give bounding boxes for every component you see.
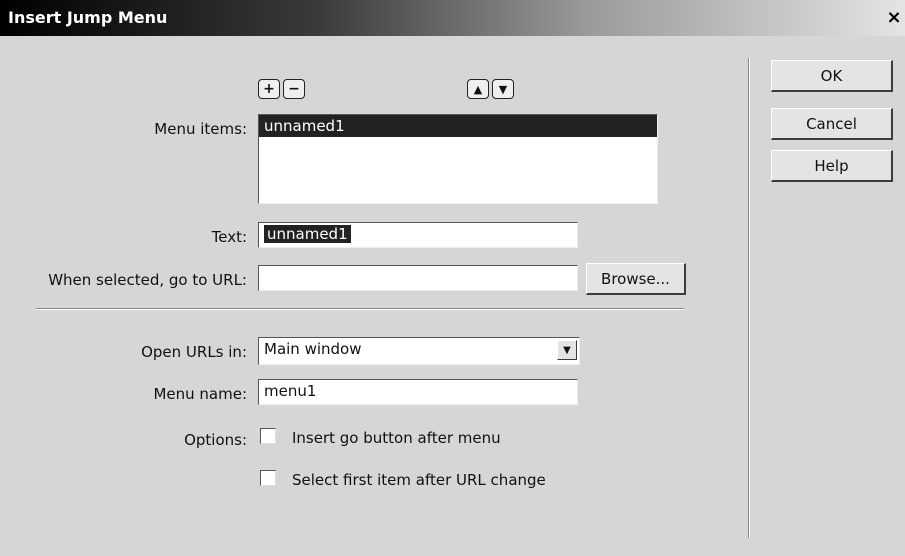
chevron-down-icon[interactable]: ▼ xyxy=(557,340,577,360)
text-field-value: unnamed1 xyxy=(264,225,351,243)
browse-button-label: Browse... xyxy=(601,269,670,288)
window-title: Insert Jump Menu xyxy=(8,8,168,27)
title-bar: Insert Jump Menu × xyxy=(0,0,905,36)
open-urls-label: Open URLs in: xyxy=(141,343,247,361)
minus-icon[interactable]: − xyxy=(283,79,305,99)
browse-button[interactable]: Browse... xyxy=(586,263,686,295)
close-icon[interactable]: × xyxy=(885,8,903,28)
help-button[interactable]: Help xyxy=(771,150,893,182)
url-field[interactable] xyxy=(258,265,578,291)
vertical-separator xyxy=(748,58,750,538)
options-label: Options: xyxy=(184,431,247,449)
select-first-item-checkbox[interactable] xyxy=(260,470,276,486)
menu-items-label: Menu items: xyxy=(154,120,247,138)
help-button-label: Help xyxy=(814,156,849,175)
menu-name-value: menu1 xyxy=(264,382,317,400)
menu-items-list[interactable]: unnamed1 xyxy=(258,114,658,204)
ok-button-label: OK xyxy=(820,66,843,85)
url-label: When selected, go to URL: xyxy=(48,271,247,289)
insert-go-button-label: Insert go button after menu xyxy=(292,429,501,447)
insert-go-button-checkbox[interactable] xyxy=(260,428,276,444)
open-urls-value: Main window xyxy=(264,340,362,358)
down-arrow-icon[interactable]: ▼ xyxy=(492,79,514,99)
separator xyxy=(36,308,684,310)
open-urls-select[interactable]: Main window ▼ xyxy=(258,337,580,365)
select-first-item-label: Select first item after URL change xyxy=(292,471,546,489)
text-field[interactable]: unnamed1 xyxy=(258,222,578,248)
menu-name-label: Menu name: xyxy=(153,385,247,403)
text-label: Text: xyxy=(211,228,247,246)
plus-icon[interactable]: + xyxy=(258,79,280,99)
up-arrow-icon[interactable]: ▲ xyxy=(467,79,489,99)
menu-name-field[interactable]: menu1 xyxy=(258,379,578,405)
cancel-button[interactable]: Cancel xyxy=(771,108,893,140)
cancel-button-label: Cancel xyxy=(806,114,857,133)
list-item[interactable]: unnamed1 xyxy=(259,115,657,137)
ok-button[interactable]: OK xyxy=(771,60,893,92)
